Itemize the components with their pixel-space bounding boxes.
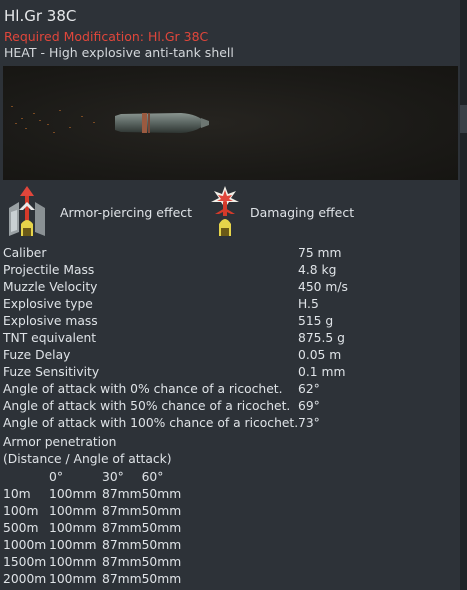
penetration-header-row: 0° 30° 60° (3, 469, 188, 486)
distance-cell: 10m (3, 487, 31, 501)
stat-value: 75 mm (298, 246, 342, 260)
penetration-cell: 87mm (102, 572, 142, 586)
stat-row: Angle of attack with 0% chance of a rico… (3, 381, 455, 398)
penetration-cell: 50mm (141, 538, 182, 552)
stat-value: 515 g (298, 314, 334, 328)
penetration-cell: 50mm (141, 555, 182, 569)
stat-value: 62° (298, 382, 320, 396)
stat-value: 69° (298, 399, 320, 413)
stat-row: Explosive mass 515 g (3, 313, 455, 330)
stat-value: 875.5 g (298, 331, 345, 345)
stat-row: Fuze Sensitivity 0.1 mm (3, 364, 455, 381)
penetration-cell: 87mm (102, 521, 142, 535)
penetration-row: 100m 100mm 87mm 50mm (3, 503, 188, 520)
damaging-effect-label: Damaging effect (250, 205, 355, 220)
penetration-cell: 87mm (102, 555, 142, 569)
distance-cell: 2000m (3, 572, 47, 586)
penetration-cell: 50mm (141, 521, 182, 535)
penetration-cell: 50mm (141, 487, 182, 501)
stat-label: Angle of attack with 0% chance of a rico… (3, 382, 283, 396)
stat-row: TNT equivalent 875.5 g (3, 330, 455, 347)
distance-cell: 1000m (3, 538, 47, 552)
armor-piercing-effect-label: Armor-piercing effect (60, 205, 193, 220)
shell-description: HEAT - High explosive anti-tank shell (4, 45, 234, 60)
penetration-cell: 87mm (102, 487, 142, 501)
damaging-effect-icon (211, 186, 239, 236)
penetration-row: 500m 100mm 87mm 50mm (3, 520, 188, 537)
distance-cell: 500m (3, 521, 39, 535)
stat-row: Angle of attack with 50% chance of a ric… (3, 398, 455, 415)
stat-row: Fuze Delay 0.05 m (3, 347, 455, 364)
armor-penetration-subtitle: (Distance / Angle of attack) (3, 452, 172, 466)
angle-header: 30° (102, 470, 124, 484)
penetration-row: 2000m 100mm 87mm 50mm (3, 571, 188, 588)
scrollbar-thumb[interactable] (460, 105, 467, 133)
penetration-cell: 100mm (49, 504, 97, 518)
penetration-cell: 100mm (49, 555, 97, 569)
stat-value: H.5 (298, 297, 319, 311)
stat-label: Explosive type (3, 297, 93, 311)
penetration-cell: 50mm (141, 572, 182, 586)
armor-penetration-table: 0° 30° 60° 10m 100mm 87mm 50mm 100m 100m… (3, 469, 188, 588)
scrollbar-track[interactable] (460, 0, 467, 590)
shell-title: Hl.Gr 38C (4, 7, 77, 25)
stat-row: Caliber 75 mm (3, 245, 455, 262)
stat-label: TNT equivalent (3, 331, 97, 345)
stat-label: Angle of attack with 100% chance of a ri… (3, 416, 299, 430)
stat-row: Muzzle Velocity 450 m/s (3, 279, 455, 296)
stat-label: Fuze Sensitivity (3, 365, 100, 379)
penetration-row: 1500m 100mm 87mm 50mm (3, 554, 188, 571)
stat-value: 73° (298, 416, 320, 430)
stat-row: Explosive type H.5 (3, 296, 455, 313)
shell-info-panel: Hl.Gr 38C Required Modification: Hl.Gr 3… (0, 0, 460, 590)
stat-value: 450 m/s (298, 280, 348, 294)
penetration-cell: 100mm (49, 521, 97, 535)
penetration-row: 1000m 100mm 87mm 50mm (3, 537, 188, 554)
shell-stats-list: Caliber 75 mm Projectile Mass 4.8 kg Muzzl… (3, 245, 455, 432)
stat-label: Caliber (3, 246, 47, 260)
stat-row: Projectile Mass 4.8 kg (3, 262, 455, 279)
armor-penetration-title: Armor penetration (3, 435, 117, 449)
shell-model (115, 113, 209, 133)
shell-preview-image (3, 66, 458, 180)
penetration-cell: 100mm (49, 538, 97, 552)
required-modification: Required Modification: Hl.Gr 38C (4, 29, 209, 44)
penetration-row: 10m 100mm 87mm 50mm (3, 486, 188, 503)
distance-cell: 100m (3, 504, 39, 518)
stat-label: Muzzle Velocity (3, 280, 98, 294)
stat-value: 0.05 m (298, 348, 342, 362)
stat-value: 0.1 mm (298, 365, 346, 379)
stat-value: 4.8 kg (298, 263, 337, 277)
stat-label: Projectile Mass (3, 263, 95, 277)
stat-label: Angle of attack with 50% chance of a ric… (3, 399, 291, 413)
stat-label: Explosive mass (3, 314, 98, 328)
penetration-cell: 100mm (49, 487, 97, 501)
distance-cell: 1500m (3, 555, 47, 569)
angle-header: 0° (49, 470, 63, 484)
penetration-cell: 100mm (49, 572, 97, 586)
penetration-cell: 87mm (102, 504, 142, 518)
penetration-cell: 87mm (102, 538, 142, 552)
stat-label: Fuze Delay (3, 348, 71, 362)
stat-row: Angle of attack with 100% chance of a ri… (3, 415, 455, 432)
angle-header: 60° (141, 470, 164, 484)
armor-piercing-effect-icon (9, 186, 45, 236)
penetration-cell: 50mm (141, 504, 182, 518)
